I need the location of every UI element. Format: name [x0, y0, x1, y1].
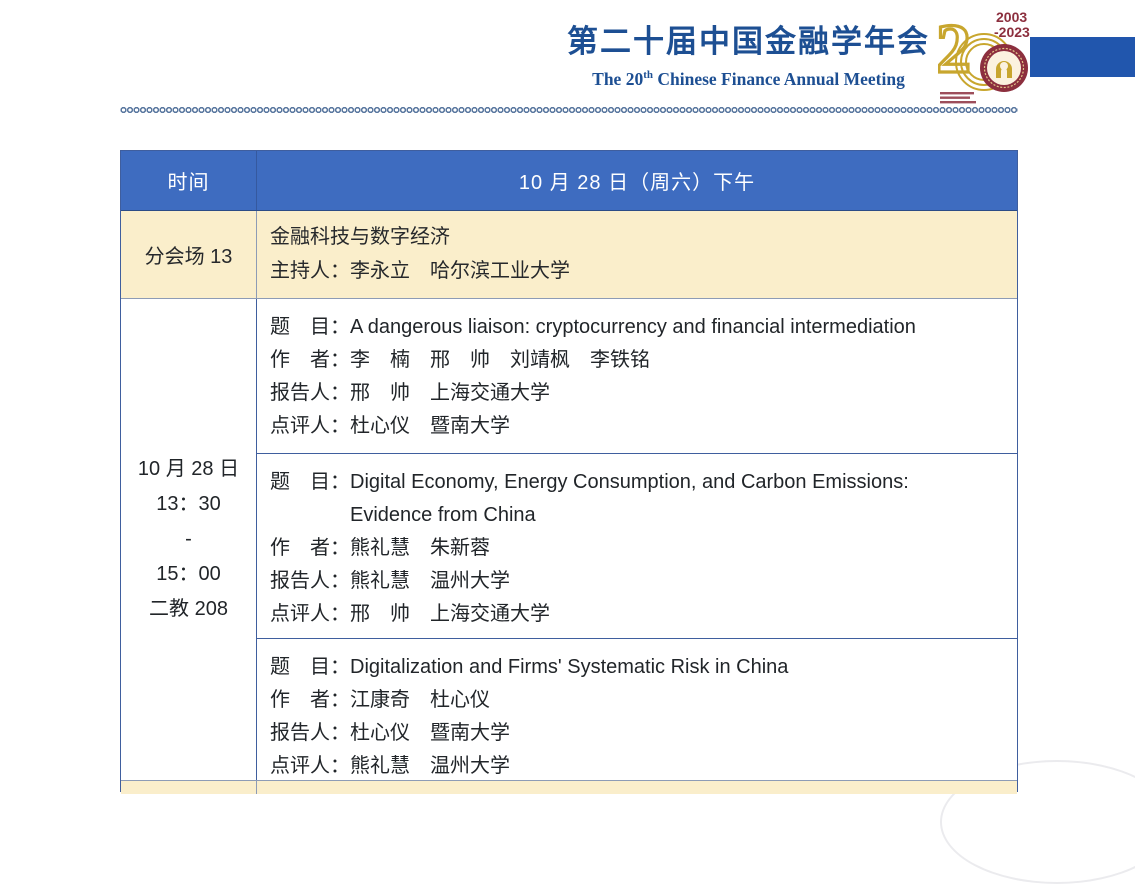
paper1-discussant: 杜心仪 暨南大学 [350, 410, 1009, 443]
chain-divider [120, 105, 1018, 115]
title-en-sup: th [643, 69, 653, 81]
paper3-authors-label: 作 者： [270, 684, 350, 717]
paper2-title-label: 题 目： [270, 466, 350, 532]
time-start: 13：30 [156, 487, 221, 522]
paper1-discussant-label: 点评人： [270, 410, 350, 443]
paper1-authors-label: 作 者： [270, 344, 350, 377]
paper1-presenter-label: 报告人： [270, 377, 350, 410]
paper2-authors-label: 作 者： [270, 532, 350, 565]
paper-entry-2: 题 目：Digital Economy, Energy Consumption,… [257, 454, 1017, 639]
paper-entry-1: 题 目：A dangerous liaison: cryptocurrency … [257, 299, 1017, 454]
header-cell-time: 时间 [121, 151, 257, 210]
session-chair: 主持人：李永立 哈尔滨工业大学 [270, 254, 1017, 288]
paper3-authors: 江康奇 杜心仪 [350, 684, 1009, 717]
session-venue: 分会场 13 [121, 211, 257, 298]
logo-seal [980, 44, 1028, 92]
table-header-row: 时间 10 月 28 日（周六）下午 [121, 151, 1017, 211]
paper3-discussant-label: 点评人： [270, 750, 350, 783]
time-end: 15：00 [156, 557, 221, 592]
paper2-authors: 熊礼慧 朱新蓉 [350, 532, 1009, 565]
anniversary-20-logo-icon: 2 2003 -2023 [938, 6, 1034, 104]
paper2-discussant-label: 点评人： [270, 598, 350, 631]
logo-number-2: 2 [938, 11, 971, 88]
session-info: 金融科技与数字经济 主持人：李永立 哈尔滨工业大学 [257, 211, 1017, 298]
header-cell-date: 10 月 28 日（周六）下午 [257, 151, 1017, 210]
session-row: 分会场 13 金融科技与数字经济 主持人：李永立 哈尔滨工业大学 [121, 211, 1017, 299]
schedule-table: 时间 10 月 28 日（周六）下午 分会场 13 金融科技与数字经济 主持人：… [120, 150, 1018, 792]
time-slot-cell: 10 月 28 日 13：30 - 15：00 二教 208 [121, 299, 257, 780]
title-en-suffix: Chinese Finance Annual Meeting [653, 69, 905, 89]
paper2-discussant: 邢 帅 上海交通大学 [350, 598, 1009, 631]
page-header: 第二十届中国金融学年会 The 20th Chinese Finance Ann… [0, 0, 1135, 108]
paper1-authors: 李 楠 邢 帅 刘靖枫 李铁铭 [350, 344, 1009, 377]
paper1-title: A dangerous liaison: cryptocurrency and … [350, 311, 1009, 344]
time-dash: - [185, 522, 192, 557]
paper3-discussant: 熊礼慧 温州大学 [350, 750, 1009, 783]
paper2-title: Digital Economy, Energy Consumption, and… [350, 466, 1009, 532]
papers-row: 10 月 28 日 13：30 - 15：00 二教 208 题 目：A dan… [121, 299, 1017, 781]
paper2-presenter-label: 报告人： [270, 565, 350, 598]
time-room: 二教 208 [149, 592, 228, 627]
logo-year-start: 2003 [996, 9, 1027, 25]
next-session-right-cell [257, 781, 1017, 794]
next-session-row-partial [121, 781, 1017, 794]
logo-year-end: -2023 [994, 24, 1030, 40]
conference-title-block: 第二十届中国金融学年会 The 20th Chinese Finance Ann… [567, 24, 930, 91]
title-en-prefix: The 20 [592, 69, 643, 89]
paper1-presenter: 邢 帅 上海交通大学 [350, 377, 1009, 410]
paper3-title-label: 题 目： [270, 651, 350, 684]
paper3-presenter-label: 报告人： [270, 717, 350, 750]
paper3-title: Digitalization and Firms' Systematic Ris… [350, 651, 1009, 684]
time-date: 10 月 28 日 [138, 452, 239, 487]
next-session-left-cell [121, 781, 257, 794]
paper-entry-3: 题 目：Digitalization and Firms' Systematic… [257, 639, 1017, 780]
paper2-presenter: 熊礼慧 温州大学 [350, 565, 1009, 598]
header-accent-bar [1030, 37, 1135, 77]
conference-title-cn: 第二十届中国金融学年会 [567, 24, 930, 60]
session-topic: 金融科技与数字经济 [270, 220, 1017, 254]
paper3-presenter: 杜心仪 暨南大学 [350, 717, 1009, 750]
conference-title-en: The 20th Chinese Finance Annual Meeting [567, 63, 930, 91]
paper1-title-label: 题 目： [270, 311, 350, 344]
